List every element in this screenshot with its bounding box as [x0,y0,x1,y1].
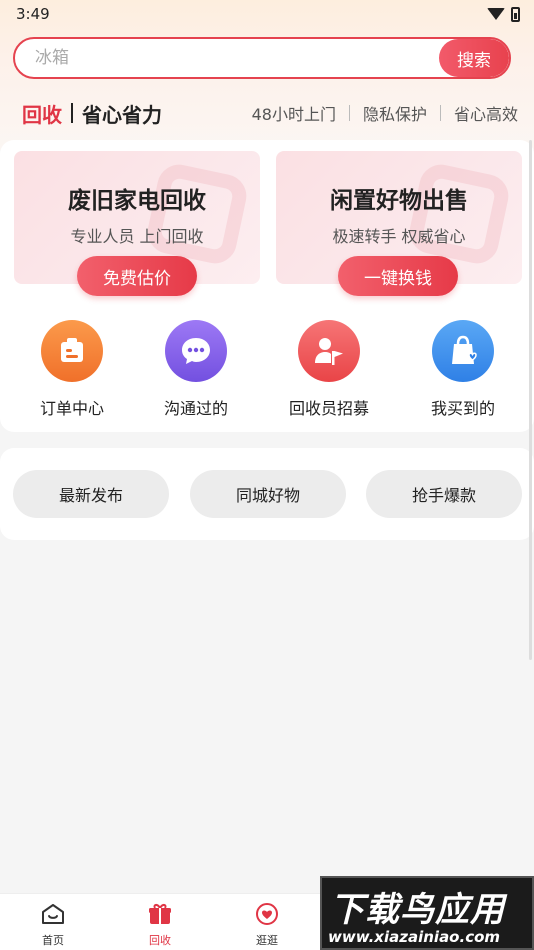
bag-icon [432,320,494,382]
battery-icon [511,6,520,22]
chat-icon [165,320,227,382]
feature-divider [348,105,350,121]
quick-link-orders[interactable]: 订单中心 [17,320,127,419]
quick-link-label: 回收员招募 [288,399,369,418]
card-title: 闲置好物出售 [330,188,468,214]
feature-list: 48小时上门 隐私保护 省心高效 [252,101,518,125]
feature-item: 隐私保护 [362,105,427,124]
filter-panel: 最新发布 同城好物 抢手爆款 [0,448,534,540]
search-input[interactable] [15,48,439,68]
nav-browse[interactable]: 逛逛 [237,902,297,948]
watermark-logo: 下载鸟应用 www.xiazainiao.com [320,876,534,950]
slogan-tagline: 省心省力 [82,102,162,127]
quick-links: 订单中心 沟通过的 回收员招募 我买到的 [0,320,534,420]
filter-hot[interactable]: 抢手爆款 [366,470,522,518]
quick-link-label: 沟通过的 [163,399,228,418]
feature-divider [439,105,441,121]
service-panel: 废旧家电回收 专业人员 上门回收 免费估价 闲置好物出售 极速转手 权威省心 一… [0,140,534,432]
wifi-icon [487,8,505,20]
search-button[interactable]: 搜索 [439,39,509,77]
recruit-icon [298,320,360,382]
slogan-row: 回收 省心省力 48小时上门 隐私保护 省心高效 [22,98,518,128]
free-estimate-button[interactable]: 免费估价 [77,256,197,296]
nav-recycle[interactable]: 回收 [130,902,190,948]
heart-icon [256,903,278,925]
quick-link-label: 订单中心 [39,399,104,418]
status-time: 3:49 [16,5,50,23]
search-bar: 搜索 [13,37,511,79]
watermark-title: 下载鸟应用 [330,890,505,930]
feature-item: 48小时上门 [251,105,336,124]
slogan-brand: 回收 [22,102,62,127]
slogan-divider [71,103,73,123]
quick-link-chats[interactable]: 沟通过的 [141,320,251,419]
card-title: 废旧家电回收 [68,188,206,214]
nav-label: 逛逛 [256,934,278,947]
quick-link-label: 我买到的 [430,399,495,418]
quick-link-recruit[interactable]: 回收员招募 [274,320,384,419]
card-subtitle: 专业人员 上门回收 [70,227,204,246]
status-bar: 3:49 [0,0,534,28]
quick-link-purchased[interactable]: 我买到的 [408,320,518,419]
nav-label: 回收 [149,934,171,947]
nav-label: 首页 [42,934,64,947]
nav-home[interactable]: 首页 [23,902,83,948]
filter-local[interactable]: 同城好物 [190,470,346,518]
home-icon [42,904,64,924]
watermark-url: www.xiazainiao.com [328,928,501,946]
gift-icon [149,904,171,924]
card-subtitle: 极速转手 权威省心 [332,227,466,246]
cash-out-button[interactable]: 一键换钱 [338,256,458,296]
feature-item: 省心高效 [453,105,518,124]
scrollbar[interactable] [529,140,532,660]
status-icons [487,6,520,22]
order-icon [41,320,103,382]
filter-latest[interactable]: 最新发布 [13,470,169,518]
